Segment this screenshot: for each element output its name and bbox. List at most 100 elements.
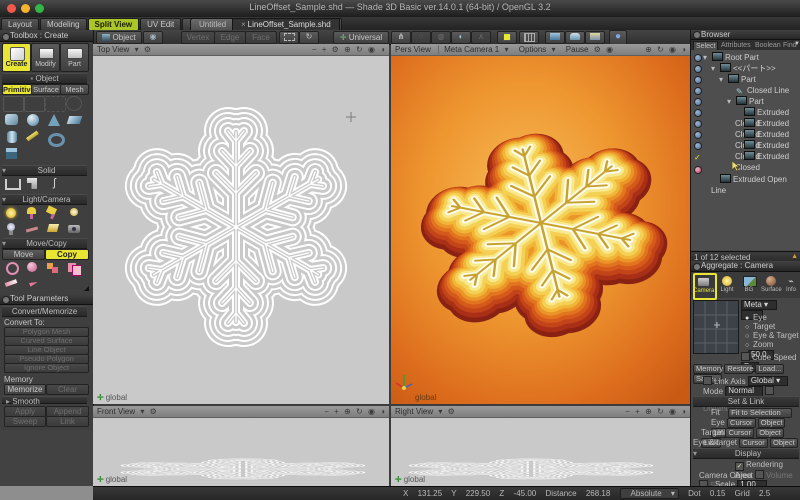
movecopy-section-header[interactable]: ▾Move/Copy [2,238,87,249]
render-flag-dot[interactable] [694,65,702,73]
cube-speed-checkbox[interactable] [741,352,750,361]
view-gear-icon[interactable]: ⚙ [448,407,455,416]
zoom-out-icon[interactable]: − [312,45,317,54]
tree-row-root-part[interactable]: ▾Root Part [703,52,799,63]
tool-disc-icon[interactable] [45,130,64,144]
volume-checkbox[interactable] [755,470,764,479]
toolbox-panel-header[interactable]: Toolbox : Create [0,31,93,42]
zoom-out-icon[interactable]: − [625,407,630,416]
toolparams-panel-header[interactable]: Tool Parameters [0,294,93,305]
tool-wedge-icon[interactable] [66,113,85,127]
tool-rect-icon[interactable] [45,96,66,112]
top-view-canvas[interactable] [93,55,389,404]
tree-row-closed-line[interactable]: ✎Closed Line [703,85,799,96]
lock-icon[interactable]: ▲ [791,253,798,260]
tool-cone-icon[interactable] [45,113,64,127]
copy-button[interactable]: Copy [45,249,89,260]
fit-to-selection-button[interactable]: Fit to Selection [728,408,792,418]
vertex-mode-button[interactable]: Vertex [181,31,215,44]
panel-resize-handle[interactable] [84,286,89,291]
front-view-canvas[interactable] [93,417,389,486]
move-magnify-icon[interactable] [3,261,22,275]
browser-collapse-button[interactable] [693,31,701,39]
eye-object-button[interactable]: Object [758,418,786,428]
pers-view-label[interactable]: Pers View [395,45,431,54]
light-bulb-icon[interactable] [3,222,22,236]
meta-dropdown[interactable]: Meta ▾ [741,300,777,310]
shading-mode-icon[interactable]: ◑ [380,45,385,54]
magnify-icon[interactable]: ◉ [368,45,375,54]
tab-primitive[interactable]: Primitive [2,84,32,95]
light-area-icon[interactable] [45,222,64,236]
solid-openbox-icon[interactable] [3,177,22,191]
render-flag-dot[interactable] [694,109,702,117]
tool-roundcube-icon[interactable] [3,113,22,127]
render-flag-dot[interactable] [694,76,702,84]
magnify-icon[interactable]: ◉ [669,407,676,416]
smooth-sweep-button[interactable]: Sweep [4,416,46,427]
pers-camera-selector[interactable]: Meta Camera 1 [438,45,499,54]
tab-close-icon[interactable]: × [241,20,246,29]
light-sun-icon[interactable] [3,206,22,220]
render-flag-dot[interactable] [694,142,702,150]
lightbulb-icon[interactable]: ◍ [431,31,451,44]
camera-memory-button[interactable]: Memory [693,364,722,374]
camera-preview[interactable] [693,300,739,354]
shading-mode-icon[interactable]: ◑ [681,407,686,416]
distant-checkbox[interactable] [765,386,774,395]
universal-manipulator-button[interactable]: ✛ Universal [333,31,389,44]
lightcamera-section-header[interactable]: ▾Light/Camera [2,194,87,205]
figure-icon[interactable]: ⋏ [471,31,491,44]
edge-mode-button[interactable]: Edge [214,31,246,44]
pers-view-canvas[interactable] [391,55,690,404]
right-view-label[interactable]: Right View [395,407,433,416]
convert-ignore-object-button[interactable]: Ignore Object [4,363,89,373]
top-view-label[interactable]: Top View [97,45,129,54]
face-mode-button[interactable]: Face [245,31,277,44]
display-texture-button[interactable] [585,31,605,44]
world-icon[interactable]: ◐ [451,31,471,44]
magnify-icon[interactable]: ◉ [669,45,676,54]
marquee-select-icon[interactable] [279,31,299,44]
camera-load-button[interactable]: Load... [755,364,784,374]
copy-stack-icon[interactable] [66,261,85,275]
filter-icon[interactable]: ▼ [794,41,800,47]
camera-tool-button[interactable]: ◉ [143,31,163,44]
rotate-view-icon[interactable]: ↻ [657,45,664,54]
zoom-in-icon[interactable]: + [322,45,327,54]
memorize-button[interactable]: Memorize [4,384,46,395]
camera-restore-button[interactable]: Restore [724,364,753,374]
light-floor-icon[interactable] [24,222,43,236]
tab-surface[interactable]: Surface [31,84,61,95]
object-mode-button[interactable]: Object [96,31,142,44]
tree-row-part-jp[interactable]: ▾<<パート>> [703,63,799,74]
tree-row-extruded-closed[interactable]: Extruded Closed [703,107,799,118]
pan-icon[interactable]: ⊕ [645,407,652,416]
options-dropdown-icon[interactable]: ▾ [552,45,556,54]
aggregate-tab-light[interactable]: Light [717,274,737,296]
pan-icon[interactable]: ⊕ [344,407,351,416]
view-gear-icon[interactable]: ⚙ [144,45,151,54]
check-flag-icon[interactable]: ✓ [694,153,701,162]
bone-tool-icon[interactable]: ⋔ [391,31,411,44]
tree-row-part-inner[interactable]: ▾Part [703,96,799,107]
view-dropdown-icon[interactable]: ▾ [438,407,442,416]
pink-flag-dot[interactable] [694,166,702,174]
solid-trim-icon[interactable] [24,177,43,191]
aggregate-panel-header[interactable]: Aggregate : Camera [691,261,800,272]
coordinate-mode-dropdown[interactable]: Absolute ▾ [620,488,679,499]
aggregate-tab-bg[interactable]: BG [739,274,759,296]
rotate-view-icon[interactable]: ↻ [356,407,363,416]
eyetarget-cursor-button[interactable]: Cursor [739,438,768,448]
solid-section-header[interactable]: ▾Solid [2,165,87,176]
tree-row-extruded-closed[interactable]: Extruded Closed [703,118,799,129]
modify-mode-button[interactable]: Modify [31,43,60,72]
aggregate-collapse-button[interactable] [693,263,701,271]
grid-view-button[interactable] [519,31,539,44]
link-axis-row[interactable]: Link Axis Global ▾ [703,376,788,386]
eye-cursor-button[interactable]: Cursor [727,418,756,428]
clear-button[interactable]: Clear [46,384,89,395]
tool-pencil-line-icon[interactable] [24,130,43,144]
create-mode-button[interactable]: Create [2,43,31,72]
eyetarget-object-button[interactable]: Object [770,438,798,448]
